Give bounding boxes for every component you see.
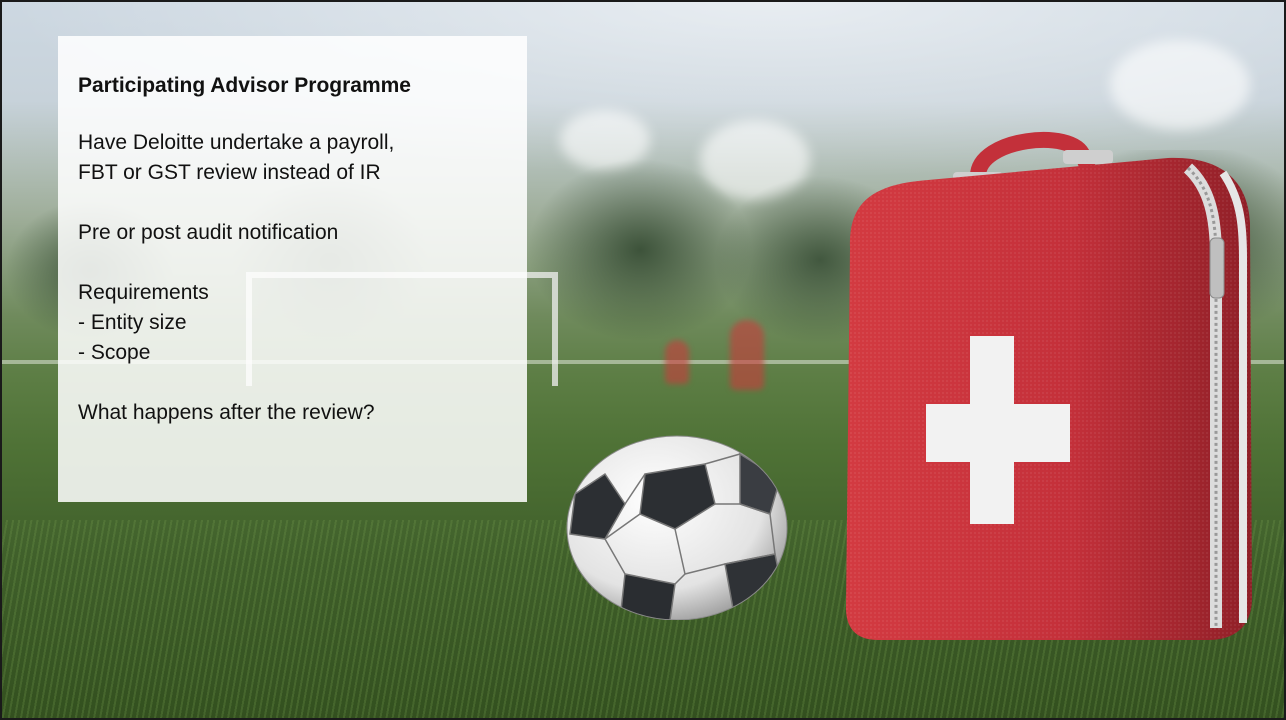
requirement-item-entity-size: - Entity size bbox=[78, 311, 187, 334]
requirement-item-scope: - Scope bbox=[78, 341, 151, 364]
distant-player bbox=[730, 320, 764, 390]
distant-player bbox=[665, 340, 689, 384]
slide: Participating Advisor Programme Have Del… bbox=[0, 0, 1286, 720]
requirements-heading: Requirements bbox=[78, 281, 209, 304]
soccer-ball-image bbox=[566, 435, 788, 620]
paragraph-review-line-2: FBT or GST review instead of IR bbox=[78, 161, 381, 184]
first-aid-kit-image bbox=[846, 131, 1252, 640]
paragraph-audit-notification: Pre or post audit notification bbox=[78, 221, 339, 244]
paragraph-review-line-1: Have Deloitte undertake a payroll, bbox=[78, 131, 395, 154]
paragraph-after-review: What happens after the review? bbox=[78, 401, 375, 424]
text-panel: Participating Advisor Programme Have Del… bbox=[58, 36, 527, 502]
paragraph-requirements: Requirements - Entity size - Scope bbox=[78, 278, 507, 368]
panel-title: Participating Advisor Programme bbox=[78, 74, 411, 97]
paragraph-review: Have Deloitte undertake a payroll, FBT o… bbox=[78, 128, 507, 188]
cloud bbox=[1110, 40, 1250, 130]
